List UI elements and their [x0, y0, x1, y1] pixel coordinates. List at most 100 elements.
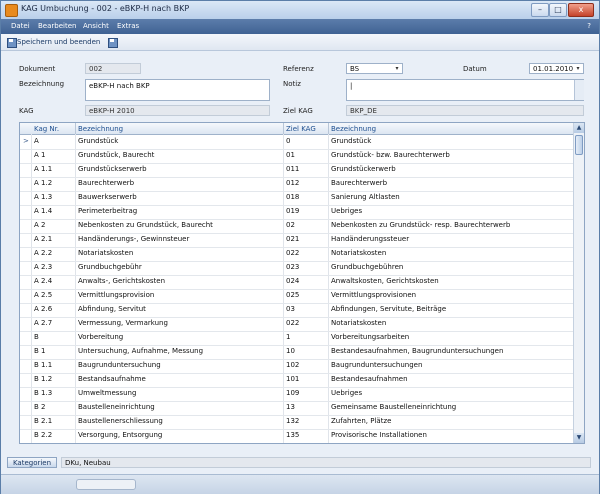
- table-row[interactable]: A 1 Grundstück, Baurecht 01 Grundstück- bzw…: [20, 149, 573, 164]
- table-row[interactable]: A 1.3 Bauwerkserwerb 018 Sanierung Altlaste…: [20, 191, 573, 206]
- table-row[interactable]: B 1.2 Bestandsaufnahme 101 Bestandesaufnahm…: [20, 373, 573, 388]
- ziel-bezeichnung-cell[interactable]: Uebriges: [331, 207, 571, 215]
- table-row[interactable]: A 2.6 Abfindung, Servitut 03 Abfindungen, S…: [20, 303, 573, 318]
- kag-nr-cell[interactable]: B 2: [34, 403, 74, 411]
- ziel-kag-cell[interactable]: 021: [286, 235, 326, 243]
- table-row[interactable]: B 1.3 Umweltmessung 109 Uebriges: [20, 387, 573, 402]
- chevron-down-icon[interactable]: ▾: [574, 65, 582, 72]
- menu-ansicht[interactable]: Ansicht: [83, 22, 109, 30]
- kag-nr-cell[interactable]: A 2.7: [34, 319, 74, 327]
- table-row[interactable]: A 2.4 Anwalts-, Gerichtskosten 024 Anwaltsk…: [20, 275, 573, 290]
- bezeichnung-cell[interactable]: Grundbuchgebühr: [78, 263, 280, 271]
- ziel-kag-cell[interactable]: 012: [286, 179, 326, 187]
- bezeichnung-cell[interactable]: Baustellenerschliessung: [78, 417, 280, 425]
- ziel-bezeichnung-cell[interactable]: Grundstück- bzw. Baurechterwerb: [331, 151, 571, 159]
- bezeichnung-cell[interactable]: Grundstück: [78, 137, 280, 145]
- bezeichnung-cell[interactable]: Vermessung, Vermarkung: [78, 319, 280, 327]
- ziel-bezeichnung-cell[interactable]: Grundstückerwerb: [331, 165, 571, 173]
- ziel-bezeichnung-cell[interactable]: Notariatskosten: [331, 249, 571, 257]
- table-row[interactable]: A 1.4 Perimeterbeitrag 019 Uebriges: [20, 205, 573, 220]
- ziel-kag-cell[interactable]: 024: [286, 277, 326, 285]
- ziel-kag-cell[interactable]: 018: [286, 193, 326, 201]
- bezeichnung-cell[interactable]: Handänderungs-, Gewinnsteuer: [78, 235, 280, 243]
- bezeichnung-cell[interactable]: Umweltmessung: [78, 389, 280, 397]
- ziel-kag-cell[interactable]: 025: [286, 291, 326, 299]
- referenz-select[interactable]: BS ▾: [346, 63, 403, 74]
- kag-nr-cell[interactable]: A 2.1: [34, 235, 74, 243]
- ziel-kag-cell[interactable]: 13: [286, 403, 326, 411]
- scroll-down-icon[interactable]: ▼: [574, 433, 584, 443]
- table-row[interactable]: B 2.1 Baustellenerschliessung 132 Zufahrten…: [20, 415, 573, 430]
- ziel-bezeichnung-cell[interactable]: Abfindungen, Servitute, Beiträge: [331, 305, 571, 313]
- ziel-kag-cell[interactable]: 1: [286, 333, 326, 341]
- bezeichnung-cell[interactable]: Baugrunduntersuchung: [78, 361, 280, 369]
- ziel-kag-cell[interactable]: 109: [286, 389, 326, 397]
- ziel-kag-cell[interactable]: 102: [286, 361, 326, 369]
- floppy-disk-icon[interactable]: [108, 38, 118, 48]
- ziel-bezeichnung-cell[interactable]: Bestandesaufnahmen: [331, 375, 571, 383]
- table-row[interactable]: B 1 Untersuchung, Aufnahme, Messung 10 Best…: [20, 345, 573, 360]
- ziel-kag-cell[interactable]: 019: [286, 207, 326, 215]
- ziel-kag-cell[interactable]: 01: [286, 151, 326, 159]
- kag-nr-cell[interactable]: A 2.3: [34, 263, 74, 271]
- ziel-bezeichnung-cell[interactable]: Anwaltskosten, Gerichtskosten: [331, 277, 571, 285]
- ziel-kag-cell[interactable]: 023: [286, 263, 326, 271]
- bezeichnung-cell[interactable]: Notariatskosten: [78, 249, 280, 257]
- bezeichnung-cell[interactable]: Baurechterwerb: [78, 179, 280, 187]
- table-row[interactable]: A 2.2 Notariatskosten 022 Notariatskosten: [20, 247, 573, 262]
- ziel-bezeichnung-cell[interactable]: Sanierung Altlasten: [331, 193, 571, 201]
- kag-nr-cell[interactable]: A 1.4: [34, 207, 74, 215]
- floppy-disk-icon[interactable]: [7, 38, 17, 48]
- bezeichnung-cell[interactable]: Versorgung, Entsorgung: [78, 431, 280, 439]
- kag-nr-cell[interactable]: B 1.2: [34, 375, 74, 383]
- ziel-bezeichnung-cell[interactable]: Baurechterwerb: [331, 179, 571, 187]
- ziel-kag-cell[interactable]: 02: [286, 221, 326, 229]
- ziel-kag-cell[interactable]: 10: [286, 347, 326, 355]
- bezeichnung-cell[interactable]: Vorbereitung: [78, 333, 280, 341]
- kag-nr-cell[interactable]: A 2: [34, 221, 74, 229]
- kag-nr-cell[interactable]: B 1.1: [34, 361, 74, 369]
- kag-nr-cell[interactable]: A 1.2: [34, 179, 74, 187]
- kag-nr-cell[interactable]: A 2.6: [34, 305, 74, 313]
- kag-nr-cell[interactable]: A 2.5: [34, 291, 74, 299]
- kag-nr-cell[interactable]: B 2.2: [34, 431, 74, 439]
- bezeichnung-cell[interactable]: Vermittlungsprovision: [78, 291, 280, 299]
- ziel-kag-cell[interactable]: 132: [286, 417, 326, 425]
- kag-nr-cell[interactable]: A 1.3: [34, 193, 74, 201]
- kag-nr-cell[interactable]: A 2.2: [34, 249, 74, 257]
- ziel-bezeichnung-cell[interactable]: Vermittlungsprovisionen: [331, 291, 571, 299]
- table-row[interactable]: A 2.3 Grundbuchgebühr 023 Grundbuchgebühren: [20, 261, 573, 276]
- close-button[interactable]: x: [568, 3, 594, 17]
- kag-nr-cell[interactable]: B 1.3: [34, 389, 74, 397]
- ziel-bezeichnung-cell[interactable]: Vorbereitungsarbeiten: [331, 333, 571, 341]
- ziel-bezeichnung-cell[interactable]: Bestandesaufnahmen, Baugrunduntersuchung…: [331, 347, 571, 355]
- table-row[interactable]: A 1.1 Grundstückserwerb 011 Grundstückerwer…: [20, 163, 573, 178]
- table-row[interactable]: A 2 Nebenkosten zu Grundstück, Baurecht 02…: [20, 219, 573, 234]
- datum-picker[interactable]: 01.01.2010 ▾: [529, 63, 584, 74]
- ziel-kag-cell[interactable]: 022: [286, 319, 326, 327]
- minimize-button[interactable]: –: [531, 3, 549, 17]
- kag-nr-cell[interactable]: A 1: [34, 151, 74, 159]
- table-row[interactable]: B 2.2 Versorgung, Entsorgung 135 Provisoris…: [20, 429, 573, 443]
- ziel-bezeichnung-cell[interactable]: Nebenkosten zu Grundstück- resp. Baurech…: [331, 221, 571, 229]
- save-and-close-button[interactable]: Speichern und beenden: [17, 38, 100, 46]
- menu-bearbeiten[interactable]: Bearbeiten: [38, 22, 76, 30]
- bezeichnung-cell[interactable]: Bauwerkserwerb: [78, 193, 280, 201]
- table-row[interactable]: B 2 Baustelleneinrichtung 13 Gemeinsame Bau…: [20, 401, 573, 416]
- kag-nr-cell[interactable]: B: [34, 333, 74, 341]
- ziel-bezeichnung-cell[interactable]: Baugrunduntersuchungen: [331, 361, 571, 369]
- ziel-kag-cell[interactable]: 03: [286, 305, 326, 313]
- scroll-up-icon[interactable]: ▲: [574, 123, 584, 133]
- ziel-bezeichnung-cell[interactable]: Handänderungssteuer: [331, 235, 571, 243]
- col-bezeichnung[interactable]: Bezeichnung: [78, 125, 123, 133]
- grid-scrollbar[interactable]: ▲ ▼: [573, 123, 584, 443]
- bezeichnung-cell[interactable]: Abfindung, Servitut: [78, 305, 280, 313]
- bezeichnung-cell[interactable]: Baustelleneinrichtung: [78, 403, 280, 411]
- ziel-kag-cell[interactable]: 022: [286, 249, 326, 257]
- kag-nr-cell[interactable]: A: [34, 137, 74, 145]
- ziel-bezeichnung-cell[interactable]: Notariatskosten: [331, 319, 571, 327]
- bezeichnung-cell[interactable]: Grundstückserwerb: [78, 165, 280, 173]
- table-row[interactable]: A 1.2 Baurechterwerb 012 Baurechterwerb: [20, 177, 573, 192]
- ziel-bezeichnung-cell[interactable]: Grundbuchgebühren: [331, 263, 571, 271]
- scroll-thumb[interactable]: [575, 135, 583, 155]
